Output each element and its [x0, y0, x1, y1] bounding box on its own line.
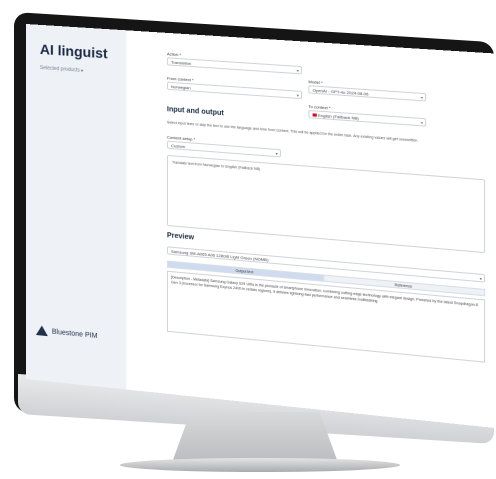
flag-icon	[312, 113, 317, 117]
app-title: AI linguist	[39, 40, 108, 62]
chevron-down-icon: ▾	[275, 150, 278, 157]
chevron-down-icon: ▾	[296, 92, 299, 98]
content-setup-select[interactable]: Custom ▾	[166, 140, 281, 158]
bluestone-logo-icon	[36, 325, 48, 336]
from-context-value: Norwegian	[171, 83, 191, 91]
chevron-down-icon: ▾	[420, 94, 423, 101]
model-label: Model *	[308, 78, 323, 86]
chevron-down-icon: ▾	[479, 275, 482, 282]
input-output-title: Input and output	[166, 106, 224, 118]
monitor-scene: AI linguist Selected products ▸ Blueston…	[0, 0, 496, 479]
prompt-textarea[interactable]: Translate text from Norwegian to English…	[166, 154, 486, 254]
brand-logo: Bluestone PIM	[36, 325, 98, 341]
from-context-select[interactable]: Norwegian ▾	[166, 81, 303, 100]
prompt-text: Translate text from Norwegian to English…	[172, 160, 261, 172]
monitor-stand-base	[120, 458, 400, 472]
preview-product-value: Samsung SM-A065 A06 128GB Light Green (N…	[171, 248, 269, 263]
brand-name: Bluestone PIM	[51, 328, 98, 340]
chevron-down-icon: ▾	[420, 119, 423, 126]
to-context-select[interactable]: English (Fallback NB) ▾	[308, 109, 427, 127]
preview-title: Preview	[166, 232, 195, 242]
to-context-value: English (Fallback NB)	[317, 112, 359, 121]
chevron-down-icon: ▾	[296, 67, 299, 74]
selected-products-link[interactable]: Selected products ▸	[40, 65, 84, 74]
content-setup-value: Custom	[171, 142, 186, 150]
action-value: Translation	[171, 59, 192, 66]
model-select[interactable]: OpenAI - GPT-4o 2024-08-06 ▾	[308, 85, 427, 102]
sidebar: AI linguist Selected products ▸ Blueston…	[26, 24, 128, 390]
action-select[interactable]: Translation ▾	[166, 57, 303, 75]
model-value: OpenAI - GPT-4o 2024-08-06	[312, 87, 369, 97]
app-screen: AI linguist Selected products ▸ Blueston…	[26, 24, 496, 430]
main-panel: Action * Translation ▾ Model * OpenAI - …	[126, 30, 496, 430]
action-label: Action *	[166, 51, 182, 58]
